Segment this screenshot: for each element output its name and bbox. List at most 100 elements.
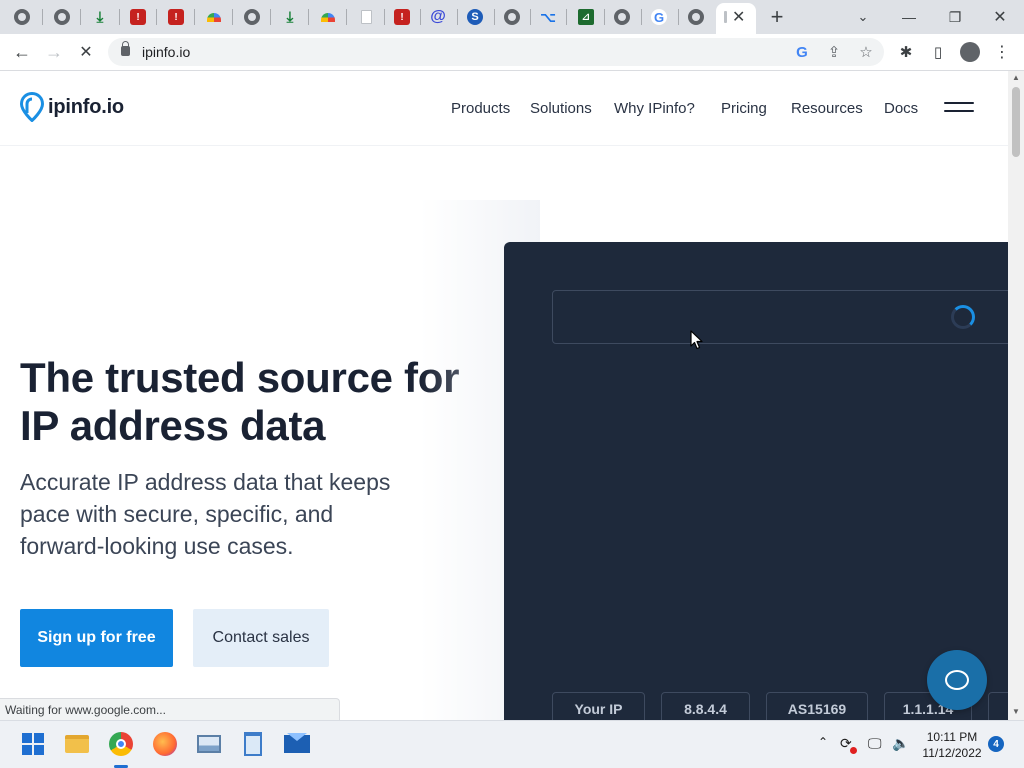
globe-icon: [504, 9, 520, 25]
scroll-thumb[interactable]: [1012, 87, 1020, 157]
nav-resources[interactable]: Resources: [791, 100, 863, 117]
browser-tab[interactable]: G: [641, 4, 677, 30]
chrome-icon: [614, 9, 630, 25]
google-icon: G: [651, 9, 667, 25]
notepad-icon[interactable]: [238, 729, 268, 759]
side-panel-icon[interactable]: ▯: [924, 38, 952, 66]
close-window-icon[interactable]: ✕: [986, 4, 1014, 30]
browser-tab[interactable]: S: [457, 4, 493, 30]
loading-favicon-icon: [724, 11, 727, 23]
browser-tab[interactable]: [196, 4, 232, 30]
scroll-up-icon[interactable]: ▲: [1011, 73, 1021, 82]
chip-your-ip[interactable]: Your IP: [552, 692, 645, 720]
browser-tab[interactable]: @: [420, 4, 456, 30]
browser-tab[interactable]: !: [384, 4, 420, 30]
red-shield-icon: !: [394, 9, 410, 25]
browser-toolbar: ← → ✕ ipinfo.io G ⇪ ☆ ✱ ▯ ⋮: [0, 34, 1024, 71]
windows-taskbar: ⌃ ⟳ 🖵 🔈 10:11 PM 11/12/2022 4: [0, 720, 1024, 768]
s-logo-icon: S: [467, 9, 483, 25]
close-tab-icon[interactable]: ✕: [732, 7, 745, 27]
browser-tab[interactable]: [348, 4, 384, 30]
browser-tab[interactable]: !: [120, 4, 156, 30]
minimize-icon[interactable]: —: [895, 4, 923, 30]
address-bar[interactable]: ipinfo.io G ⇪ ☆: [108, 38, 884, 66]
loading-spinner-icon: [951, 305, 975, 329]
nav-solutions[interactable]: Solutions: [530, 100, 592, 117]
browser-tab[interactable]: [44, 4, 80, 30]
lock-icon: [121, 41, 130, 56]
chip-ip-address[interactable]: 8.8.4.4: [661, 692, 750, 720]
site-header: ipinfo.io Products Solutions Why IPinfo?…: [0, 71, 1008, 146]
code-icon: ⌥: [539, 8, 557, 25]
photos-app-icon[interactable]: [194, 729, 224, 759]
chat-support-button[interactable]: [927, 650, 987, 710]
new-tab-button[interactable]: +: [763, 4, 791, 30]
bookmark-star-icon[interactable]: ☆: [856, 42, 876, 62]
clock-date: 11/12/2022: [922, 746, 982, 760]
hero-subtitle: Accurate IP address data that keeps pace…: [20, 469, 391, 559]
browser-tab[interactable]: ⌥: [530, 4, 566, 30]
nav-products[interactable]: Products: [451, 100, 510, 117]
back-arrow-icon[interactable]: ←: [8, 38, 36, 66]
file-explorer-icon[interactable]: [62, 729, 92, 759]
browser-tab[interactable]: [604, 4, 640, 30]
multicolor-icon: [321, 12, 335, 22]
browser-tab[interactable]: ⤓: [272, 4, 308, 30]
url-text[interactable]: ipinfo.io: [142, 44, 190, 60]
network-icon[interactable]: 🖵: [868, 735, 882, 752]
page-scrollbar[interactable]: ▲ ▼: [1008, 71, 1024, 720]
document-icon: [360, 10, 372, 24]
windows-start-icon[interactable]: [18, 729, 48, 759]
restore-icon[interactable]: ❐: [941, 4, 969, 30]
red-shield-icon: !: [130, 9, 146, 25]
forward-arrow-icon[interactable]: →: [40, 38, 68, 66]
scroll-down-icon[interactable]: ▼: [1011, 707, 1021, 716]
nav-docs[interactable]: Docs: [884, 100, 918, 117]
chrome-taskbar-icon[interactable]: [106, 729, 136, 759]
nav-why-ipinfo[interactable]: Why IPinfo?: [614, 100, 695, 117]
chat-bubble-icon: [945, 670, 969, 690]
browser-tab-strip: ⤓ ! ! ⤓ ! @ S ⌥ ⊿ G ✕ + ⌄ — ❐ ✕: [0, 0, 1024, 34]
profile-avatar-icon[interactable]: [956, 38, 984, 66]
stop-loading-icon[interactable]: ✕: [72, 38, 100, 66]
browser-tab[interactable]: !: [158, 4, 194, 30]
browser-tab[interactable]: [4, 4, 40, 30]
volume-icon[interactable]: 🔈: [892, 735, 909, 752]
clock-time: 10:11 PM: [926, 730, 978, 744]
active-tab[interactable]: ✕: [716, 3, 756, 34]
chip-more[interactable]: [988, 692, 1008, 720]
location-pin-logo-icon: [20, 92, 44, 122]
hamburger-menu-icon[interactable]: [944, 100, 974, 116]
browser-tab[interactable]: ⊿: [568, 4, 604, 30]
logo-text: ipinfo.io: [48, 95, 124, 118]
tray-overflow-icon[interactable]: ⌃: [818, 735, 828, 749]
browser-tab[interactable]: [494, 4, 530, 30]
globe-icon: [244, 9, 260, 25]
mail-app-icon[interactable]: [282, 729, 312, 759]
nav-pricing[interactable]: Pricing: [721, 100, 767, 117]
hero-title: The trusted source for IP address data: [20, 354, 460, 449]
browser-tab[interactable]: ⤓: [82, 4, 118, 30]
browser-tab[interactable]: [678, 4, 714, 30]
browser-tab[interactable]: [234, 4, 270, 30]
globe-icon: [14, 9, 30, 25]
site-logo[interactable]: ipinfo.io: [20, 92, 124, 122]
browser-tab[interactable]: [310, 4, 346, 30]
notification-badge[interactable]: 4: [988, 736, 1004, 752]
globe-icon: [54, 9, 70, 25]
globe-icon: [688, 9, 704, 25]
tab-search-icon[interactable]: ⌄: [849, 4, 877, 30]
system-clock[interactable]: 10:11 PM 11/12/2022: [920, 729, 984, 761]
sign-up-button[interactable]: Sign up for free: [20, 609, 173, 667]
firefox-icon[interactable]: [150, 729, 180, 759]
menu-kebab-icon[interactable]: ⋮: [988, 38, 1016, 66]
at-sign-icon: @: [430, 8, 446, 25]
ip-lookup-panel: Your IP 8.8.4.4 AS15169 1.1.1.14: [504, 242, 1008, 720]
mouse-cursor-icon: [690, 330, 703, 350]
ip-search-input[interactable]: [552, 290, 1008, 344]
extensions-icon[interactable]: ✱: [892, 38, 920, 66]
contact-sales-button[interactable]: Contact sales: [193, 609, 329, 667]
share-icon[interactable]: ⇪: [824, 42, 844, 62]
chip-asn[interactable]: AS15169: [766, 692, 868, 720]
google-translate-icon[interactable]: G: [792, 42, 812, 62]
